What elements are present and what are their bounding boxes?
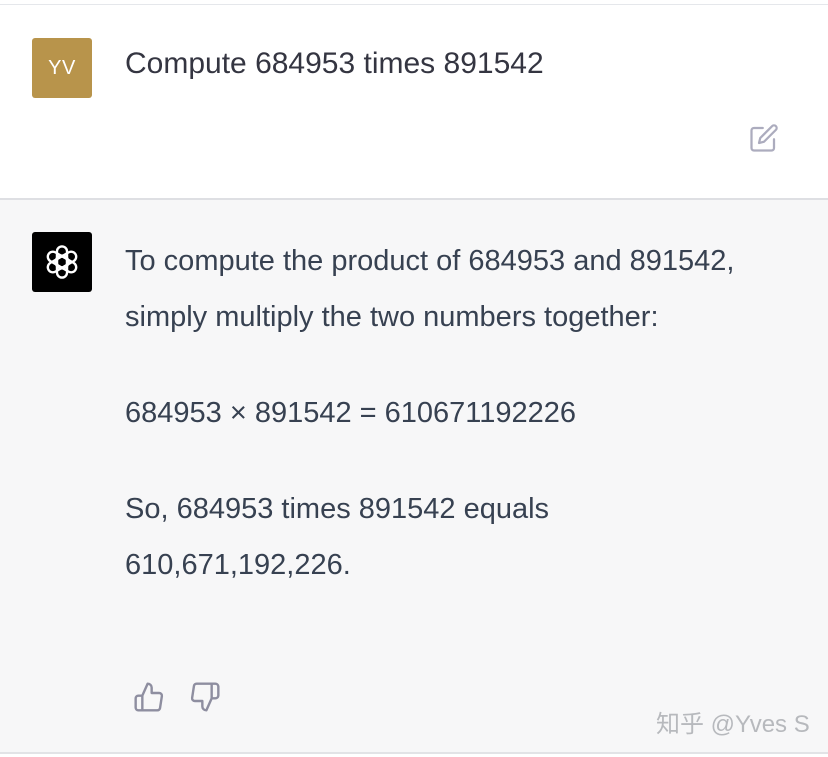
reply-equation: 684953 × 891542 = 610671192226 [125,397,577,429]
user-message-row: YV Compute 684953 times 891542 [0,5,828,198]
openai-logo-icon [46,245,78,279]
edit-message-button[interactable] [745,119,783,157]
assistant-reply: To compute the product of 684953 and 891… [125,233,765,593]
user-avatar-initials: YV [48,56,76,79]
assistant-avatar [32,232,92,292]
reply-paragraph: To compute the product of 684953 and 891… [125,245,735,333]
reply-conclusion: So, 684953 times 891542 equals 610,671,1… [125,493,550,581]
thumbs-down-icon [190,682,220,712]
edit-icon [750,124,778,152]
user-message-text: Compute 684953 times 891542 [125,47,544,80]
thumbs-up-button[interactable] [130,678,168,716]
user-avatar: YV [32,38,92,98]
assistant-message-row: To compute the product of 684953 and 891… [0,200,828,752]
watermark: 知乎 @Yves S [656,711,810,738]
thumbs-up-icon [134,682,164,712]
feedback-controls [130,678,224,716]
chat-page: YV Compute 684953 times 891542 To comput… [0,0,828,757]
thumbs-down-button[interactable] [186,678,224,716]
